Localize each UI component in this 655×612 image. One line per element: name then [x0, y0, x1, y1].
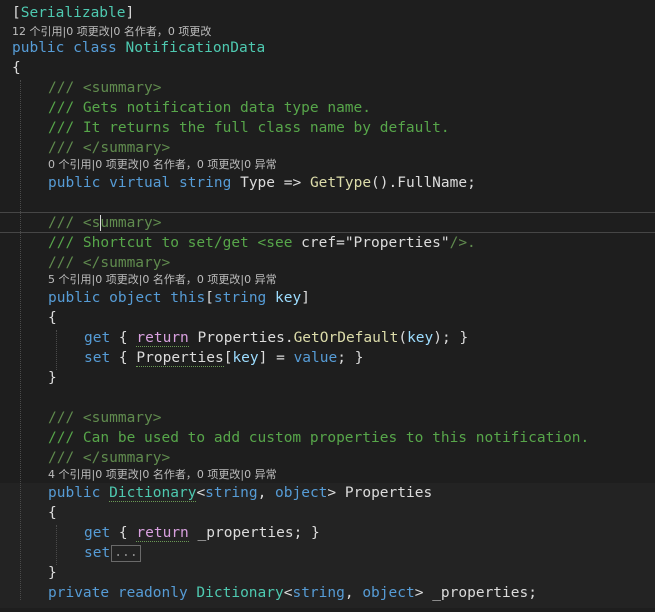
attribute-name: Serializable — [20, 5, 126, 21]
codelens-text[interactable]: 4 个引用|0 项更改|0 名作者，0 项更改|0 异常 — [48, 468, 277, 481]
doc-comment-line[interactable]: /// </summary> — [0, 448, 655, 468]
code-line[interactable]: public virtual string Type => GetType().… — [0, 173, 655, 193]
code-editor[interactable]: [Serializable] 12 个引用|0 项更改|0 名作者，0 项更改 … — [0, 0, 655, 612]
code-line[interactable]: } — [0, 368, 655, 388]
doc-comment-line[interactable]: /// Shortcut to set/get <see cref="Prope… — [0, 233, 655, 253]
codelens-text[interactable]: 5 个引用|0 项更改|0 名作者，0 项更改|0 异常 — [48, 273, 277, 286]
code-line[interactable]: public object this[string key] — [0, 288, 655, 308]
codelens-class[interactable]: 12 个引用|0 项更改|0 名作者，0 项更改 — [0, 24, 655, 39]
doc-comment-line[interactable]: /// It returns the full class name by de… — [0, 118, 655, 138]
class-name: NotificationData — [125, 40, 266, 56]
code-line[interactable]: public class NotificationData — [0, 38, 655, 58]
code-line[interactable]: [Serializable] — [0, 3, 655, 23]
codelens-text[interactable]: 12 个引用|0 项更改|0 名作者，0 项更改 — [12, 25, 211, 38]
code-line[interactable]: { — [0, 503, 655, 523]
code-line[interactable]: { — [0, 308, 655, 328]
collapsed-region-button[interactable]: ... — [111, 544, 141, 562]
doc-comment-line[interactable]: /// Can be used to add custom properties… — [0, 428, 655, 448]
codelens-type[interactable]: 0 个引用|0 项更改|0 名作者，0 项更改|0 异常 — [0, 157, 655, 172]
doc-comment-line[interactable]: /// </summary> — [0, 253, 655, 273]
code-line[interactable]: { — [0, 58, 655, 78]
doc-comment-line[interactable]: /// Gets notification data type name. — [0, 98, 655, 118]
code-line[interactable]: } — [0, 563, 655, 583]
code-line[interactable]: get { return Properties.GetOrDefault(key… — [0, 328, 655, 348]
code-line[interactable]: set { Properties[key] = value; } — [0, 348, 655, 368]
doc-comment-line[interactable]: /// <summary> — [0, 408, 655, 428]
code-line[interactable]: public Dictionary<string, object> Proper… — [0, 483, 655, 503]
doc-comment-line[interactable]: /// <summary> — [0, 78, 655, 98]
doc-comment-line[interactable]: /// </summary> — [0, 138, 655, 158]
doc-comment-line[interactable]: /// <summary> — [0, 213, 655, 233]
codelens-text[interactable]: 0 个引用|0 项更改|0 名作者，0 项更改|0 异常 — [48, 158, 277, 171]
code-line[interactable]: set... — [0, 543, 655, 563]
codelens-indexer[interactable]: 5 个引用|0 项更改|0 名作者，0 项更改|0 异常 — [0, 272, 655, 287]
codelens-properties[interactable]: 4 个引用|0 项更改|0 名作者，0 项更改|0 异常 — [0, 467, 655, 482]
code-line[interactable]: get { return _properties; } — [0, 523, 655, 543]
code-line[interactable]: private readonly Dictionary<string, obje… — [0, 583, 655, 603]
